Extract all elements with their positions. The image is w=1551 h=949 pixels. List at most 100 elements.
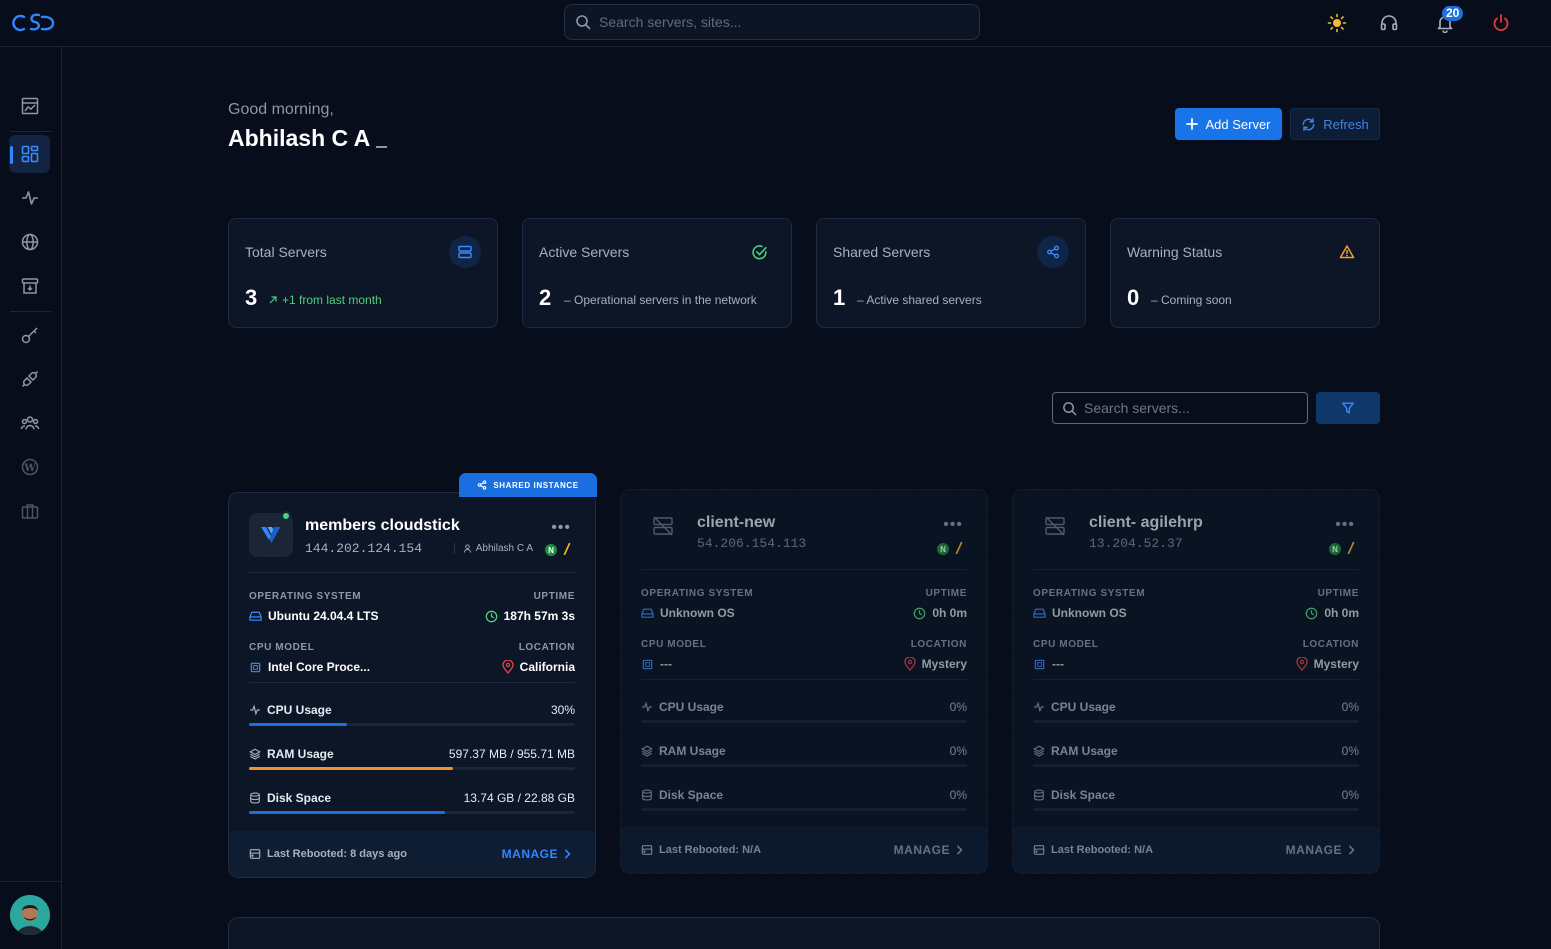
add-server-button[interactable]: Add Server bbox=[1175, 108, 1282, 140]
svg-text:W: W bbox=[23, 463, 36, 474]
cpu-usage-label: CPU Usage bbox=[1033, 700, 1116, 714]
user-name-text: Abhilash C A bbox=[228, 125, 371, 151]
last-rebooted: Last Rebooted: 8 days ago bbox=[249, 848, 407, 860]
stat-sub-text: – Coming soon bbox=[1151, 293, 1232, 307]
server-name[interactable]: members cloudstick bbox=[305, 517, 460, 535]
disk-space-label: Disk Space bbox=[1033, 788, 1115, 802]
server-name[interactable]: client-new bbox=[697, 514, 775, 532]
more-options-icon[interactable]: ••• bbox=[943, 516, 963, 534]
nginx-icon: N bbox=[937, 543, 949, 555]
owner-name: Abhilash C A bbox=[475, 543, 533, 554]
database-icon bbox=[250, 792, 260, 804]
manage-link[interactable]: MANAGE bbox=[894, 843, 963, 857]
stat-label: Shared Servers bbox=[833, 244, 931, 260]
server-name[interactable]: client- agilehrp bbox=[1089, 514, 1203, 532]
user-avatar[interactable] bbox=[10, 895, 50, 935]
server-reboot-icon bbox=[1033, 845, 1045, 855]
ram-usage-label: RAM Usage bbox=[1033, 744, 1118, 758]
ram-usage-label-text: RAM Usage bbox=[1051, 744, 1118, 758]
user-icon bbox=[463, 544, 471, 553]
clock-icon bbox=[1305, 607, 1318, 619]
disk-space-label-text: Disk Space bbox=[1051, 788, 1116, 802]
activity-pulse-icon bbox=[1034, 701, 1044, 713]
sidebar-item-sites[interactable] bbox=[9, 223, 50, 261]
more-options-icon[interactable]: ••• bbox=[1335, 516, 1355, 534]
check-circle-icon bbox=[743, 236, 775, 268]
manage-link[interactable]: MANAGE bbox=[1286, 843, 1355, 857]
global-search-input[interactable] bbox=[599, 14, 959, 30]
cpu-usage-value: 0% bbox=[1341, 700, 1359, 714]
sidebar-item-wordpress[interactable]: W bbox=[9, 448, 50, 486]
sidebar: W bbox=[0, 47, 62, 949]
sidebar-item-reports[interactable] bbox=[9, 87, 50, 125]
location-label: LOCATION bbox=[1302, 639, 1359, 650]
disk-space-value: 0% bbox=[1341, 788, 1359, 802]
os-text: Ubuntu 24.04.4 LTS bbox=[268, 609, 379, 623]
location-label: LOCATION bbox=[910, 639, 967, 650]
os-label: OPERATING SYSTEM bbox=[249, 591, 362, 602]
manage-link[interactable]: MANAGE bbox=[502, 847, 571, 861]
ram-usage-track bbox=[1033, 764, 1359, 767]
cpu-usage-label-text: CPU Usage bbox=[267, 703, 332, 717]
sidebar-item-ssh-keys[interactable] bbox=[9, 316, 50, 354]
os-label: OPERATING SYSTEM bbox=[641, 588, 754, 599]
os-value: Unknown OS bbox=[1033, 606, 1127, 620]
power-logout-icon[interactable] bbox=[1490, 12, 1512, 34]
refresh-button[interactable]: Refresh bbox=[1290, 108, 1380, 140]
sidebar-item-archive[interactable] bbox=[9, 267, 50, 305]
server-filter-search[interactable] bbox=[1052, 392, 1308, 424]
disk-space-label: Disk Space bbox=[249, 791, 331, 805]
server-info: OPERATING SYSTEM UPTIME Unknown OS 0h 0m… bbox=[641, 570, 967, 680]
stat-sub: – Active shared servers bbox=[857, 293, 982, 307]
headset-support-icon[interactable] bbox=[1378, 12, 1400, 34]
last-rebooted-text: Last Rebooted: N/A bbox=[1051, 844, 1154, 856]
sidebar-item-activity[interactable] bbox=[9, 179, 50, 217]
theme-toggle-sun-icon[interactable] bbox=[1326, 12, 1348, 34]
lightning-bolt-icon bbox=[955, 542, 963, 554]
stat-label: Total Servers bbox=[245, 244, 327, 260]
ram-usage-label-text: RAM Usage bbox=[267, 747, 334, 761]
sidebar-divider bbox=[0, 881, 62, 882]
server-search-input[interactable] bbox=[1084, 400, 1294, 416]
global-search[interactable] bbox=[564, 4, 980, 40]
key-icon bbox=[20, 325, 40, 345]
cpu-model-value: --- bbox=[641, 657, 672, 671]
server-card[interactable]: client- agilehrp 13.204.52.37 ••• N OPER… bbox=[1012, 489, 1380, 874]
uptime-label: UPTIME bbox=[925, 588, 967, 599]
sidebar-item-dashboard[interactable] bbox=[9, 135, 50, 173]
location-value: Mystery bbox=[903, 657, 967, 671]
sidebar-item-team[interactable] bbox=[9, 404, 50, 442]
location-text: Mystery bbox=[921, 657, 967, 671]
sidebar-divider bbox=[10, 131, 52, 132]
layers-icon bbox=[1033, 745, 1045, 757]
stat-card-active-servers: Active Servers 2 – Operational servers i… bbox=[522, 218, 792, 328]
app-logo[interactable] bbox=[12, 10, 56, 34]
server-ip: 13.204.52.37 bbox=[1089, 536, 1183, 551]
stat-sub: – Coming soon bbox=[1151, 293, 1232, 307]
lightning-bolt-icon bbox=[563, 543, 571, 555]
server-reboot-icon bbox=[249, 849, 261, 859]
share-icon bbox=[1037, 236, 1069, 268]
activity-pulse-icon bbox=[250, 704, 260, 716]
ram-usage-track bbox=[249, 767, 575, 770]
more-options-icon[interactable]: ••• bbox=[551, 519, 571, 537]
sidebar-active-indicator bbox=[10, 146, 13, 164]
manage-label: MANAGE bbox=[501, 847, 558, 861]
greeting-salutation: Good morning, bbox=[228, 101, 334, 118]
server-card-header: client- agilehrp 13.204.52.37 ••• N bbox=[1033, 490, 1359, 570]
server-card-footer: Last Rebooted: 8 days ago MANAGE bbox=[229, 831, 595, 877]
server-card[interactable]: SHARED INSTANCE members cloudstick 144.2… bbox=[228, 473, 597, 878]
cpu-model-value: Intel Core Proce... bbox=[249, 660, 370, 674]
stat-sub-text: +1 from last month bbox=[282, 293, 382, 307]
cpu-model-value: --- bbox=[1033, 657, 1064, 671]
server-card[interactable]: client-new 54.206.154.113 ••• N OPERATIN… bbox=[620, 489, 988, 874]
ram-usage-value: 0% bbox=[949, 744, 967, 758]
database-icon bbox=[642, 789, 652, 801]
filter-button[interactable] bbox=[1316, 392, 1380, 424]
sidebar-item-integrations[interactable] bbox=[9, 360, 50, 398]
cpu-usage-value: 30% bbox=[550, 703, 575, 717]
usage-metrics: CPU Usage 30% RAM Usage 597.37 MB / 955.… bbox=[249, 683, 575, 815]
top-bar: 20 bbox=[0, 0, 1551, 47]
map-pin-icon bbox=[1295, 657, 1308, 671]
sidebar-item-marketplace[interactable] bbox=[9, 492, 50, 530]
